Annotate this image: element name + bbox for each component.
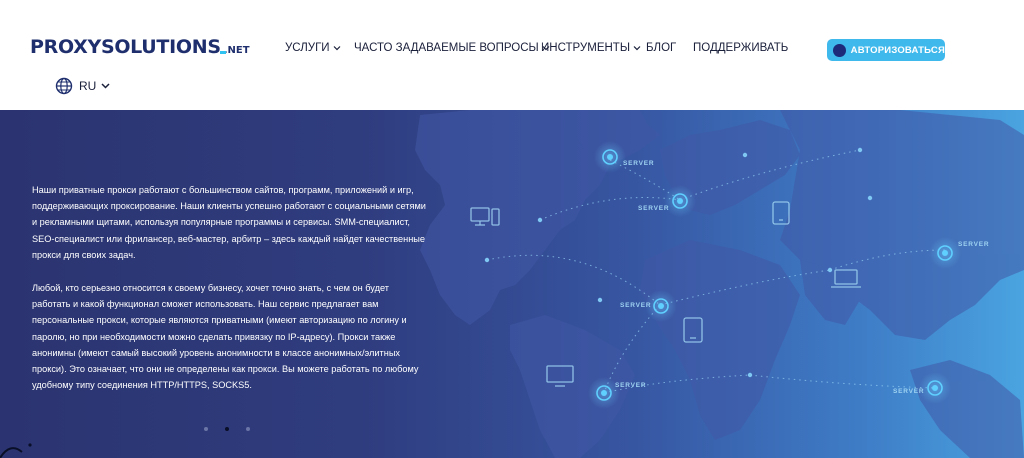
login-button-label: АВТОРИЗОВАТЬСЯ <box>850 44 945 56</box>
hero-description: Наши приватные прокси работают с большин… <box>32 182 427 393</box>
slider-dots <box>204 427 250 431</box>
server-label: SERVER <box>620 302 652 309</box>
logo-text: PROXYSOLUTIONS <box>30 36 221 58</box>
chevron-down-icon <box>633 46 641 51</box>
nav-item-label: ПОДДЕРЖИВАТЬ <box>693 42 789 54</box>
server-label: SERVER <box>615 382 647 389</box>
chat-icon[interactable] <box>0 438 40 458</box>
language-selector[interactable]: RU <box>55 77 110 95</box>
slider-dot[interactable] <box>246 427 250 431</box>
nav-item-label: БЛОГ <box>646 42 677 54</box>
hero-paragraph-1: Наши приватные прокси работают с большин… <box>32 185 426 260</box>
nav-item-support[interactable]: ПОДДЕРЖИВАТЬ <box>693 42 788 54</box>
nav-item-label: ИНСТРУМЕНТЫ <box>541 42 631 54</box>
logo-suffix: .NET <box>219 44 250 56</box>
slider-dot-active[interactable] <box>225 427 229 431</box>
nav-item-label: УСЛУГИ <box>285 42 330 54</box>
globe-icon <box>55 77 73 95</box>
nav-item-blog[interactable]: БЛОГ <box>646 42 676 54</box>
nav-item-services[interactable]: УСЛУГИ <box>285 42 341 54</box>
server-label: SERVER <box>958 241 990 248</box>
server-label: SERVER <box>638 205 670 212</box>
server-label: SERVER <box>623 160 655 167</box>
slider-dot[interactable] <box>204 427 208 431</box>
chevron-down-icon <box>333 46 341 51</box>
nav-item-faq[interactable]: ЧАСТО ЗАДАВАЕМЫЕ ВОПРОСЫ <box>354 42 550 54</box>
server-label: SERVER <box>893 388 925 395</box>
nav-item-tools[interactable]: ИНСТРУМЕНТЫ <box>541 42 641 54</box>
login-button[interactable]: АВТОРИЗОВАТЬСЯ <box>827 39 945 61</box>
site-header: PROXYSOLUTIONS .NET УСЛУГИ ЧАСТО ЗАДАВАЕ… <box>0 0 1024 110</box>
logo[interactable]: PROXYSOLUTIONS .NET <box>30 32 250 62</box>
language-label: RU <box>79 79 97 93</box>
nav-item-label: ЧАСТО ЗАДАВАЕМЫЕ ВОПРОСЫ <box>354 42 539 54</box>
chevron-down-icon <box>101 83 110 89</box>
login-icon <box>833 43 846 57</box>
hero-paragraph-2: Любой, кто серьезно относится к своему б… <box>32 283 419 391</box>
